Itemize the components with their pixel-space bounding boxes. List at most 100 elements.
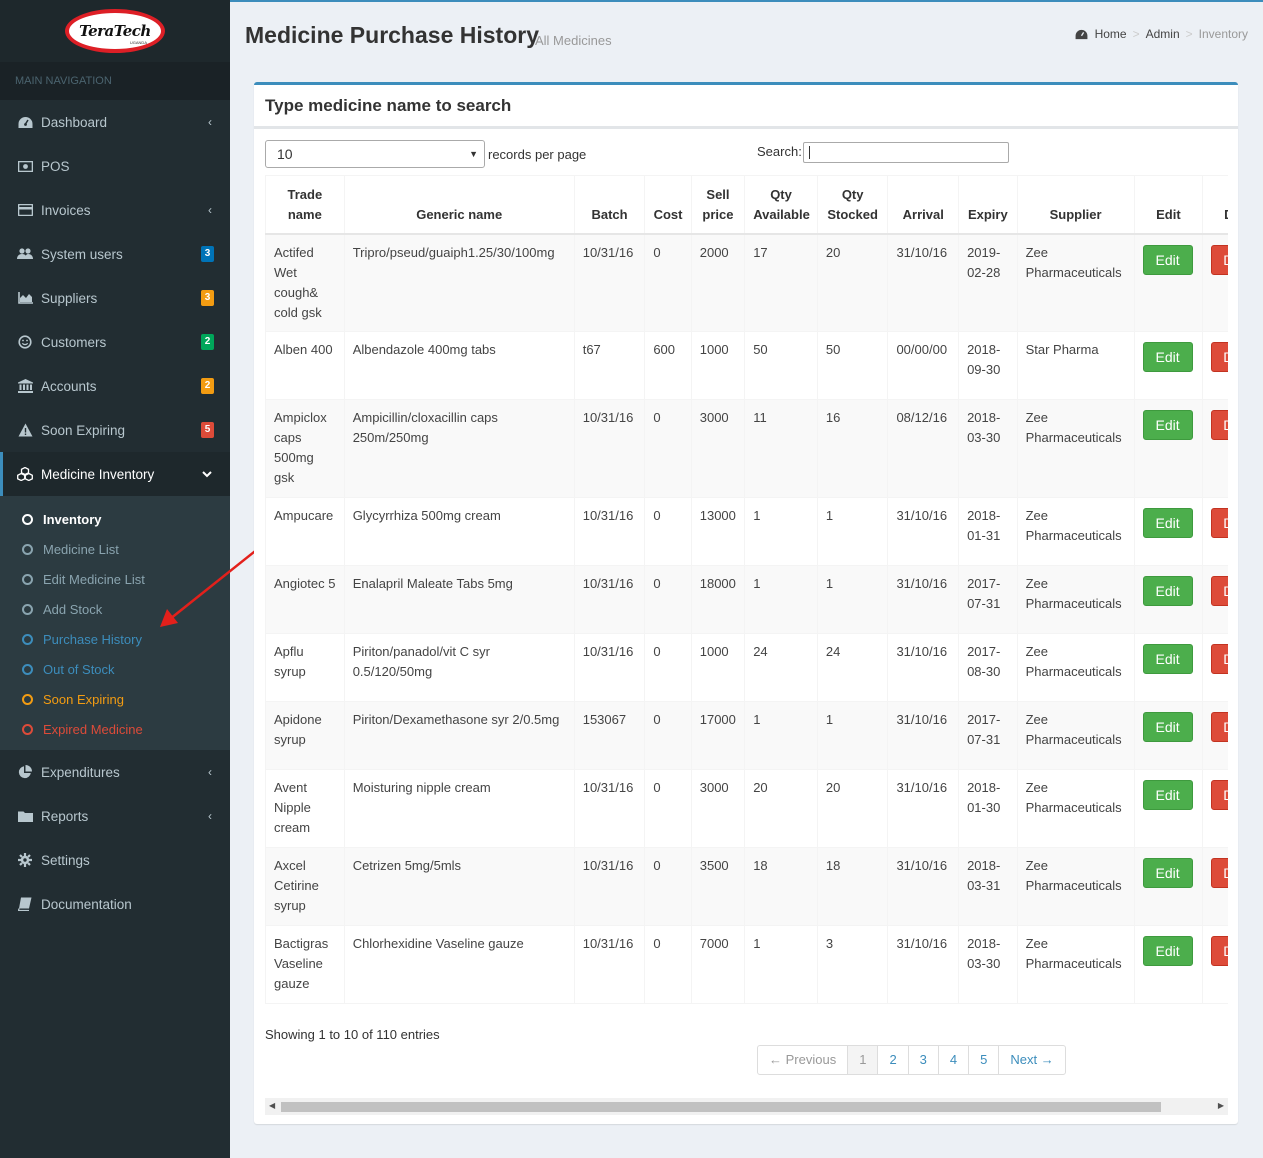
edit-button[interactable]: Edit bbox=[1142, 508, 1193, 538]
sidebar-item-customers[interactable]: Customers 2 bbox=[0, 320, 230, 364]
table-cell: 24 bbox=[744, 633, 818, 702]
scroll-left-icon[interactable]: ◀ bbox=[269, 1101, 275, 1110]
delete-button[interactable]: Delete bbox=[1211, 712, 1228, 742]
breadcrumb-home[interactable]: Home bbox=[1095, 27, 1127, 41]
table-cell: 10/31/16 bbox=[573, 847, 646, 926]
submenu-item-inventory[interactable]: Inventory bbox=[0, 504, 230, 534]
medicine-table: Trade name Generic name Batch Cost Sell … bbox=[265, 175, 1228, 1004]
table-cell: 10/31/16 bbox=[573, 233, 646, 332]
circle-icon bbox=[22, 633, 33, 645]
sidebar-item-medicine-inventory[interactable]: Medicine Inventory bbox=[0, 452, 230, 496]
sidebar-item-dashboard[interactable]: Dashboard ‹ bbox=[0, 100, 230, 144]
horizontal-scrollbar[interactable]: ◀ ▶ bbox=[265, 1098, 1228, 1115]
logo-subtext: UGANDA bbox=[129, 40, 147, 45]
column-header[interactable]: Trade name bbox=[265, 175, 345, 235]
records-per-page-select[interactable]: 10 ▼ bbox=[265, 140, 485, 168]
edit-button[interactable]: Edit bbox=[1142, 936, 1193, 966]
column-header[interactable]: Batch bbox=[573, 175, 646, 235]
edit-button[interactable]: Edit bbox=[1142, 244, 1193, 275]
table-row: Ampucare Glycyrrhiza 500mg cream 10/31/16 0… bbox=[265, 497, 1228, 566]
edit-button[interactable]: Edit bbox=[1142, 342, 1193, 372]
delete-button[interactable]: Delete bbox=[1211, 644, 1228, 674]
sidebar-item-pos[interactable]: POS bbox=[0, 144, 230, 188]
table-cell: Star Pharma bbox=[1016, 331, 1135, 400]
sidebar-item-accounts[interactable]: Accounts 2 bbox=[0, 364, 230, 408]
scroll-right-icon[interactable]: ▶ bbox=[1218, 1101, 1224, 1110]
scrollbar-thumb[interactable] bbox=[281, 1102, 1161, 1112]
column-header[interactable]: Expiry bbox=[958, 175, 1018, 235]
breadcrumb-admin[interactable]: Admin bbox=[1146, 27, 1180, 41]
logo-area[interactable]: TeraTech UGANDA bbox=[0, 0, 230, 62]
table-cell: 2017-08-30 bbox=[958, 633, 1018, 702]
column-header[interactable]: Sell price bbox=[690, 175, 746, 235]
money-icon bbox=[17, 159, 33, 173]
page-button-3[interactable]: 3 bbox=[907, 1046, 938, 1074]
edit-button[interactable]: Edit bbox=[1142, 780, 1193, 810]
records-per-page-label: records per page bbox=[488, 147, 587, 162]
edit-button[interactable]: Edit bbox=[1142, 576, 1193, 606]
delete-button[interactable]: Delete bbox=[1211, 410, 1228, 440]
circle-icon bbox=[22, 543, 33, 555]
delete-button[interactable]: Delete bbox=[1211, 508, 1228, 538]
table-cell: 10/31/16 bbox=[573, 769, 646, 848]
table-cell: Apidone syrup bbox=[265, 701, 345, 770]
sidebar-item-label: Settings bbox=[41, 852, 90, 868]
submenu-label: Expired Medicine bbox=[43, 721, 143, 737]
next-page-button[interactable]: Next → bbox=[998, 1046, 1064, 1074]
sidebar-item-invoices[interactable]: Invoices ‹ bbox=[0, 188, 230, 232]
column-header[interactable]: Cost bbox=[644, 175, 692, 235]
table-row: Angiotec 5 Enalapril Maleate Tabs 5mg 10/3… bbox=[265, 565, 1228, 634]
sidebar-item-suppliers[interactable]: Suppliers 3 bbox=[0, 276, 230, 320]
page-button-5[interactable]: 5 bbox=[968, 1046, 998, 1074]
column-header[interactable]: Supplier bbox=[1016, 175, 1135, 235]
pie-chart-icon bbox=[17, 765, 33, 779]
table-scroll-area[interactable]: Trade name Generic name Batch Cost Sell … bbox=[265, 175, 1228, 1005]
sidebar-item-expenditures[interactable]: Expenditures ‹ bbox=[0, 750, 230, 794]
edit-cell: Edit bbox=[1133, 925, 1204, 1004]
table-cell: 08/12/16 bbox=[887, 399, 960, 498]
page-button-4[interactable]: 4 bbox=[937, 1046, 968, 1074]
page-button-1[interactable]: 1 bbox=[847, 1046, 878, 1074]
table-cell: Ampicillin/cloxacillin caps 250m/250mg bbox=[343, 399, 575, 498]
sidebar-item-soon-expiring[interactable]: Soon Expiring 5 bbox=[0, 408, 230, 452]
column-header[interactable]: Edit bbox=[1133, 175, 1204, 235]
submenu-item-expired-medicine[interactable]: Expired Medicine bbox=[0, 714, 230, 744]
delete-button[interactable]: Delete bbox=[1211, 244, 1228, 275]
submenu-item-soon-expiring[interactable]: Soon Expiring bbox=[0, 684, 230, 714]
sidebar-item-settings[interactable]: Settings bbox=[0, 838, 230, 882]
table-cell: 0 bbox=[644, 497, 692, 566]
table-cell: 0 bbox=[644, 925, 692, 1004]
search-input[interactable] bbox=[803, 142, 1009, 163]
table-cell: Axcel Cetirine syrup bbox=[265, 847, 345, 926]
column-header[interactable]: Generic name bbox=[343, 175, 575, 235]
delete-button[interactable]: Delete bbox=[1211, 858, 1228, 888]
column-header[interactable]: Arrival bbox=[887, 175, 960, 235]
chevron-left-icon: ‹ bbox=[208, 115, 212, 129]
edit-button[interactable]: Edit bbox=[1142, 644, 1193, 674]
table-cell: 11 bbox=[744, 399, 818, 498]
delete-button[interactable]: Delete bbox=[1211, 936, 1228, 966]
nav-header: MAIN NAVIGATION bbox=[0, 62, 230, 100]
delete-button[interactable]: Delete bbox=[1211, 342, 1228, 372]
column-header[interactable]: Delete bbox=[1202, 175, 1228, 235]
previous-page-button[interactable]: ← Previous bbox=[758, 1046, 847, 1074]
table-row: Bactigras Vaseline gauze Chlorhexidine Va… bbox=[265, 925, 1228, 1004]
sidebar-item-label: Expenditures bbox=[41, 764, 120, 780]
circle-icon bbox=[22, 603, 33, 615]
column-header[interactable]: Qty Available bbox=[744, 175, 818, 235]
edit-button[interactable]: Edit bbox=[1142, 858, 1193, 888]
table-cell: 2000 bbox=[690, 233, 746, 332]
page-button-2[interactable]: 2 bbox=[877, 1046, 907, 1074]
delete-cell: Delete bbox=[1202, 769, 1228, 848]
delete-button[interactable]: Delete bbox=[1211, 576, 1228, 606]
submenu-item-out-of-stock[interactable]: Out of Stock bbox=[0, 654, 230, 684]
edit-button[interactable]: Edit bbox=[1142, 410, 1193, 440]
column-header[interactable]: Qty Stocked bbox=[816, 175, 889, 235]
sidebar-item-reports[interactable]: Reports ‹ bbox=[0, 794, 230, 838]
edit-button[interactable]: Edit bbox=[1142, 712, 1193, 742]
sidebar-item-system-users[interactable]: System users 3 bbox=[0, 232, 230, 276]
delete-button[interactable]: Delete bbox=[1211, 780, 1228, 810]
teratech-logo[interactable]: TeraTech UGANDA bbox=[65, 9, 165, 53]
sidebar-item-documentation[interactable]: Documentation bbox=[0, 882, 230, 926]
table-cell: Zee Pharmaceuticals bbox=[1016, 769, 1135, 848]
